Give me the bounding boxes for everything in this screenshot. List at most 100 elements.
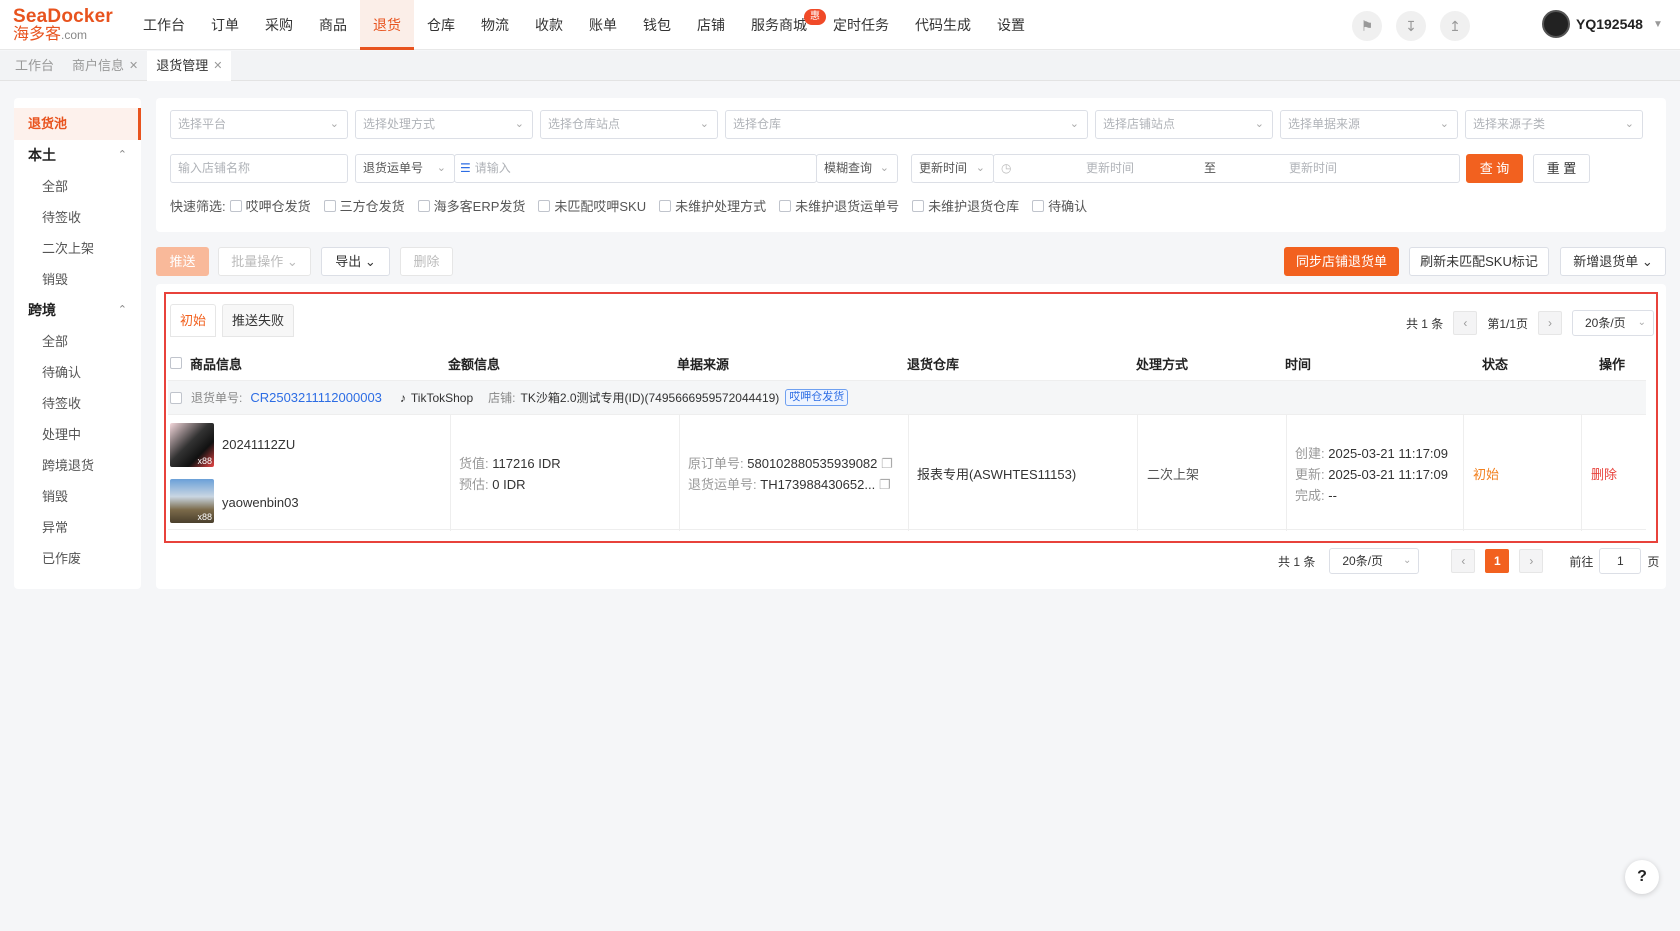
- nav-warehouse[interactable]: 仓库: [414, 0, 468, 50]
- sidebar-item-local-restock[interactable]: 二次上架: [14, 233, 141, 264]
- sidebar-item-cb-pending-confirm[interactable]: 待确认: [14, 357, 141, 388]
- prev-page-button[interactable]: ‹: [1451, 549, 1476, 573]
- page-size-select[interactable]: 20条/页 ⌄: [1572, 310, 1654, 336]
- chevron-down-icon: ⌄: [329, 118, 339, 130]
- doc-source-select[interactable]: 选择单据来源 ⌄: [1280, 110, 1458, 139]
- help-button[interactable]: ?: [1625, 860, 1659, 894]
- sidebar-item-cb-return[interactable]: 跨境退货: [14, 450, 141, 481]
- sidebar-item-local-all[interactable]: 全部: [14, 171, 141, 202]
- delete-row-button[interactable]: 删除: [1591, 464, 1617, 483]
- nav-shops[interactable]: 店铺: [684, 0, 738, 50]
- nav-payments[interactable]: 收款: [522, 0, 576, 50]
- sidebar-item-local-destroy[interactable]: 销毁: [14, 264, 141, 295]
- select-all-checkbox[interactable]: [170, 357, 182, 369]
- reset-button[interactable]: 重 置: [1533, 154, 1590, 183]
- shop-site-select[interactable]: 选择店铺站点 ⌄: [1095, 110, 1273, 139]
- push-button[interactable]: 推送: [156, 247, 209, 276]
- next-page-button[interactable]: ›: [1519, 549, 1544, 573]
- copy-icon[interactable]: ❐: [879, 477, 891, 492]
- quick-filter-1[interactable]: 哎呷仓发货: [229, 196, 311, 215]
- sidebar-item-local-pending-receipt[interactable]: 待签收: [14, 202, 141, 233]
- shop-label: 店铺:: [488, 391, 516, 405]
- nav-products[interactable]: 商品: [306, 0, 360, 50]
- announcement-icon[interactable]: ⚑: [1352, 11, 1382, 41]
- sidebar-group-local[interactable]: 本土 ⌃: [14, 140, 141, 171]
- return-tracking-no: TH173988430652...: [760, 477, 876, 492]
- nav-orders[interactable]: 订单: [198, 0, 252, 50]
- user-menu[interactable]: YQ192548 ▼: [1542, 10, 1663, 38]
- export-button[interactable]: 导出 ⌄: [321, 247, 390, 276]
- page-number-current[interactable]: 1: [1485, 549, 1510, 573]
- refresh-sku-mark-button[interactable]: 刷新未匹配SKU标记: [1409, 247, 1549, 276]
- quick-filter-8[interactable]: 待确认: [1032, 196, 1087, 215]
- product-thumbnail[interactable]: x88: [170, 479, 214, 523]
- estimated-value: 0 IDR: [492, 477, 526, 492]
- product-thumbnail[interactable]: x88: [170, 423, 214, 467]
- nav-service-mall[interactable]: 服务商城惠: [738, 0, 826, 50]
- close-icon[interactable]: ✕: [129, 51, 138, 81]
- new-return-button[interactable]: 新增退货单 ⌄: [1560, 247, 1666, 276]
- quick-filter-4[interactable]: 未匹配哎呷SKU: [538, 196, 646, 215]
- nav-settings[interactable]: 设置: [984, 0, 1038, 50]
- close-icon[interactable]: ✕: [213, 51, 222, 81]
- time-cell: 创建: 2025-03-21 11:17:09 更新: 2025-03-21 1…: [1287, 415, 1464, 531]
- search-field-select[interactable]: 退货运单号 ⌄: [355, 154, 455, 183]
- page-tab-return-management[interactable]: 退货管理 ✕: [147, 51, 232, 81]
- quick-filter-7[interactable]: 未维护退货仓库: [912, 196, 1019, 215]
- nav-returns[interactable]: 退货: [360, 0, 414, 50]
- sidebar-item-cb-destroy[interactable]: 销毁: [14, 481, 141, 512]
- batch-ops-button[interactable]: 批量操作 ⌄: [218, 247, 311, 276]
- quick-filter-5[interactable]: 未维护处理方式: [659, 196, 766, 215]
- sidebar-item-return-pool[interactable]: 退货池: [14, 108, 141, 140]
- return-warehouse: 报表专用(ASWHTES11153): [917, 467, 1077, 482]
- sidebar-item-cb-exception[interactable]: 异常: [14, 512, 141, 543]
- product-name: yaowenbin03: [222, 495, 299, 510]
- quick-filter-6[interactable]: 未维护退货运单号: [779, 196, 899, 215]
- quick-filter-3[interactable]: 海多客ERP发货: [417, 196, 525, 215]
- warehouse-select[interactable]: 选择仓库 ⌄: [725, 110, 1088, 139]
- source-sub-select[interactable]: 选择来源子类 ⌄: [1465, 110, 1643, 139]
- date-range-picker[interactable]: ◷ 更新时间 至 更新时间: [993, 154, 1460, 183]
- sidebar-item-cb-pending-receipt[interactable]: 待签收: [14, 388, 141, 419]
- tab-initial[interactable]: 初始: [170, 304, 217, 337]
- shop-name-input[interactable]: 输入店铺名称: [170, 154, 348, 183]
- sync-shop-returns-button[interactable]: 同步店铺退货单: [1284, 247, 1399, 276]
- search-input[interactable]: ☰ 请输入: [454, 154, 817, 183]
- time-field-select[interactable]: 更新时间 ⌄: [911, 154, 994, 183]
- sidebar-item-cb-all[interactable]: 全部: [14, 326, 141, 357]
- warehouse-site-select[interactable]: 选择仓库站点 ⌄: [540, 110, 718, 139]
- return-list-panel: 初始 推送失败 共 1 条 ‹ 第1/1页 › 20条/页 ⌄ 商品信息 金额信息…: [156, 284, 1666, 589]
- seadocker-logo[interactable]: SeaDocker 海多客.com: [13, 7, 113, 45]
- sidebar-group-cross-border[interactable]: 跨境 ⌃: [14, 295, 141, 326]
- quick-filter-2[interactable]: 三方仓发货: [323, 196, 405, 215]
- nav-purchase[interactable]: 采购: [252, 0, 306, 50]
- nav-logistics[interactable]: 物流: [468, 0, 522, 50]
- download-icon[interactable]: ↧: [1396, 11, 1426, 41]
- delete-button[interactable]: 删除: [400, 247, 453, 276]
- page-tab-merchant-info[interactable]: 商户信息 ✕: [63, 51, 147, 81]
- row-checkbox[interactable]: [170, 391, 182, 404]
- return-no-link[interactable]: CR2503211112000003: [250, 390, 382, 405]
- sidebar-item-cb-processing[interactable]: 处理中: [14, 419, 141, 450]
- process-method-select[interactable]: 选择处理方式 ⌄: [355, 110, 533, 139]
- prev-page-button[interactable]: ‹: [1453, 311, 1478, 335]
- nav-workbench[interactable]: 工作台: [130, 0, 198, 50]
- sidebar-item-cb-voided[interactable]: 已作废: [14, 543, 141, 574]
- tab-push-failed[interactable]: 推送失败: [222, 304, 295, 337]
- nav-scheduled-tasks[interactable]: 定时任务: [820, 0, 902, 50]
- copy-icon[interactable]: ❐: [881, 456, 893, 471]
- match-mode-select[interactable]: 模糊查询 ⌄: [816, 154, 898, 183]
- goto-page-input[interactable]: 1: [1599, 548, 1642, 574]
- query-button[interactable]: 查 询: [1466, 154, 1523, 183]
- platform-select[interactable]: 选择平台 ⌄: [170, 110, 348, 139]
- nav-bills[interactable]: 账单: [576, 0, 630, 50]
- upload-icon[interactable]: ↥: [1440, 11, 1470, 41]
- quick-filters: 快速筛选: 哎呷仓发货 三方仓发货 海多客ERP发货 未匹配哎呷SKU 未维护处…: [170, 196, 1100, 215]
- next-page-button[interactable]: ›: [1538, 311, 1562, 335]
- nav-wallet[interactable]: 钱包: [630, 0, 684, 50]
- page-size-select[interactable]: 20条/页 ⌄: [1329, 548, 1420, 574]
- page-tab-workbench[interactable]: 工作台: [6, 51, 63, 81]
- table-row: x88 20241112ZU x88 yaowenbin03 货值: 11721…: [168, 414, 1646, 531]
- nav-code-gen[interactable]: 代码生成: [902, 0, 984, 50]
- logo-text-cn: 海多客: [13, 26, 62, 43]
